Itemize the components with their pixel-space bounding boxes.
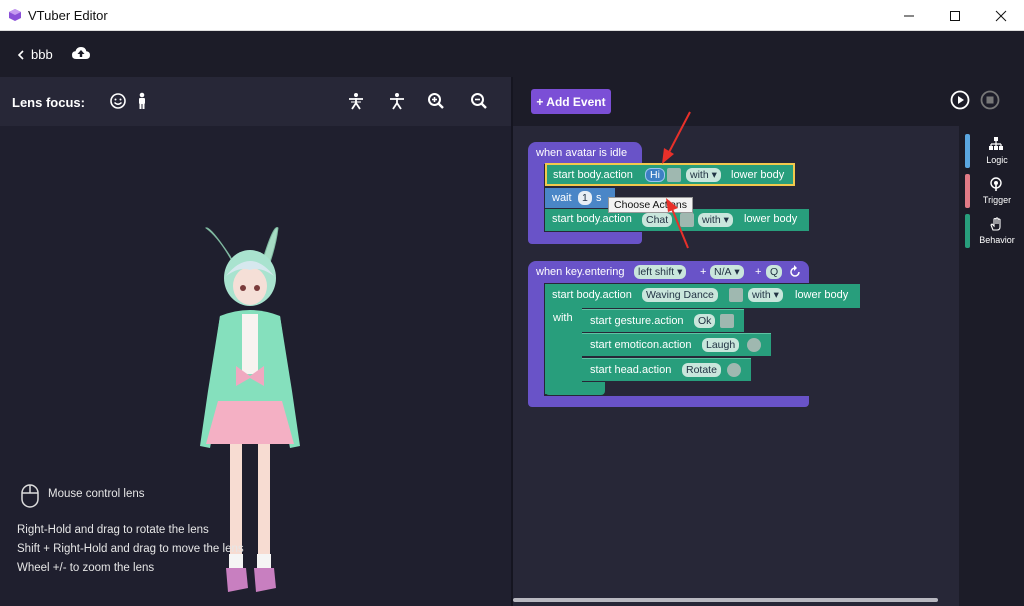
with-label: with: [553, 312, 573, 324]
event-block-idle-spine: [528, 164, 544, 236]
category-label: Trigger: [982, 195, 1012, 205]
action-dropdown[interactable]: Waving Dance: [642, 288, 718, 302]
close-icon: [995, 10, 1007, 21]
seconds-label: s: [596, 192, 602, 204]
help-title: Mouse control lens: [48, 488, 145, 500]
with-container-footer: [545, 382, 605, 395]
play-icon[interactable]: [950, 90, 970, 110]
zoom-in-icon[interactable]: [427, 92, 445, 110]
help-line-rotate: Right-Hold and drag to rotate the lens: [17, 524, 209, 536]
event-block-key-footer: [528, 396, 809, 407]
emoticon-action-block[interactable]: start emoticon.action Laugh: [582, 333, 771, 356]
plus-label: +: [755, 266, 762, 278]
cloud-upload-icon[interactable]: [71, 45, 91, 61]
block-label: start body.action: [552, 289, 632, 301]
plus-label: +: [700, 266, 707, 278]
block-label: start head.action: [590, 364, 672, 376]
project-name: bbb: [31, 47, 53, 62]
hand-icon: [990, 217, 1001, 231]
wait-label: wait: [552, 192, 572, 204]
broadcast-icon: [990, 177, 1002, 191]
hierarchy-icon: [989, 137, 1003, 150]
annotation-arrows: [662, 111, 691, 249]
top-toolbar: bbb: [0, 31, 1024, 77]
category-label: Logic: [986, 155, 1008, 165]
body-action-block-waving[interactable]: start body.action Waving Dance with ▾ lo…: [545, 284, 860, 308]
category-label: Behavior: [979, 235, 1015, 245]
viewport-panel: Lens focus: Mouse control lens Right-Hol…: [0, 77, 511, 606]
key-dropdown-2[interactable]: N/A ▾: [710, 265, 744, 279]
head-dropdown[interactable]: Rotate: [682, 363, 721, 377]
block-label: start body.action: [553, 169, 633, 181]
category-color-bar: [965, 174, 970, 208]
help-line-zoom: Wheel +/- to zoom the lens: [17, 562, 155, 574]
event-header-label: when avatar is idle: [536, 147, 628, 159]
lens-header: Lens focus:: [0, 77, 511, 126]
refresh-icon[interactable]: [788, 265, 802, 279]
block-label: start gesture.action: [590, 315, 684, 327]
event-header-label: when key.entering: [536, 266, 625, 278]
stop-icon[interactable]: [980, 90, 1000, 110]
minimize-button[interactable]: [886, 0, 932, 31]
add-event-button[interactable]: + Add Event: [531, 89, 611, 114]
category-color-bar: [965, 134, 970, 168]
maximize-button[interactable]: [932, 0, 978, 31]
lens-focus-label: Lens focus:: [12, 95, 85, 110]
gesture-action-block[interactable]: start gesture.action Ok: [582, 309, 744, 332]
key-input-3[interactable]: Q: [766, 265, 783, 279]
category-trigger[interactable]: Trigger: [965, 174, 1021, 208]
maximize-icon: [950, 10, 960, 21]
body-part-label: lower body: [744, 213, 798, 225]
key-dropdown-label: N/A: [714, 266, 732, 278]
editor-header: + Add Event: [513, 77, 1024, 126]
key-dropdown-1[interactable]: left shift ▾: [634, 265, 687, 279]
back-button[interactable]: bbb: [17, 47, 53, 62]
minimize-icon: [904, 15, 914, 16]
event-block-key[interactable]: when key.entering left shift ▾ + N/A ▾ +…: [528, 261, 809, 283]
block-label: start body.action: [552, 213, 632, 225]
with-dropdown[interactable]: with ▾: [748, 288, 783, 302]
gesture-dropdown[interactable]: Ok: [694, 314, 716, 328]
emoticon-dropdown[interactable]: Laugh: [702, 338, 740, 352]
face-focus-icon[interactable]: [109, 92, 127, 110]
chevron-left-icon: [17, 49, 24, 60]
head-thumbnail: [727, 363, 741, 377]
event-block-key-spine: [528, 283, 544, 398]
category-logic[interactable]: Logic: [965, 134, 1021, 168]
block-category-sidebar: Logic Trigger Behavior: [959, 126, 1024, 606]
body-focus-icon[interactable]: [133, 92, 151, 110]
with-dropdown-label: with: [752, 289, 771, 301]
body-part-label: lower body: [795, 289, 849, 301]
title-bar: VTuber Editor: [0, 0, 1024, 31]
close-button[interactable]: [978, 0, 1024, 31]
app-logo-icon: [9, 9, 21, 21]
category-color-bar: [965, 214, 970, 248]
event-block-idle[interactable]: when avatar is idle: [528, 142, 642, 164]
gesture-thumbnail: [720, 314, 734, 328]
event-block-idle-footer: [528, 232, 642, 244]
category-behavior[interactable]: Behavior: [965, 214, 1021, 248]
wait-block[interactable]: wait 1 s: [545, 188, 615, 208]
action-thumbnail: [729, 288, 743, 302]
with-dropdown-label: with: [702, 214, 721, 226]
body-part-label: lower body: [731, 169, 785, 181]
block-label: start emoticon.action: [590, 339, 692, 351]
pose-front-icon[interactable]: [347, 92, 365, 110]
help-line-move: Shift + Right-Hold and drag to move the …: [17, 543, 244, 555]
avatar-viewport[interactable]: Mouse control lens Right-Hold and drag t…: [0, 126, 511, 606]
key-dropdown-label: left shift: [638, 266, 675, 278]
wait-seconds-input[interactable]: 1: [578, 191, 592, 205]
zoom-out-icon[interactable]: [470, 92, 488, 110]
horizontal-scrollbar[interactable]: [513, 598, 938, 602]
pose-rotate-icon[interactable]: [388, 92, 406, 110]
mouse-icon: [21, 484, 39, 508]
head-action-block[interactable]: start head.action Rotate: [582, 358, 751, 381]
with-dropdown[interactable]: with ▾: [698, 213, 733, 227]
emoticon-thumbnail: [747, 338, 761, 352]
window-title: VTuber Editor: [28, 8, 108, 23]
